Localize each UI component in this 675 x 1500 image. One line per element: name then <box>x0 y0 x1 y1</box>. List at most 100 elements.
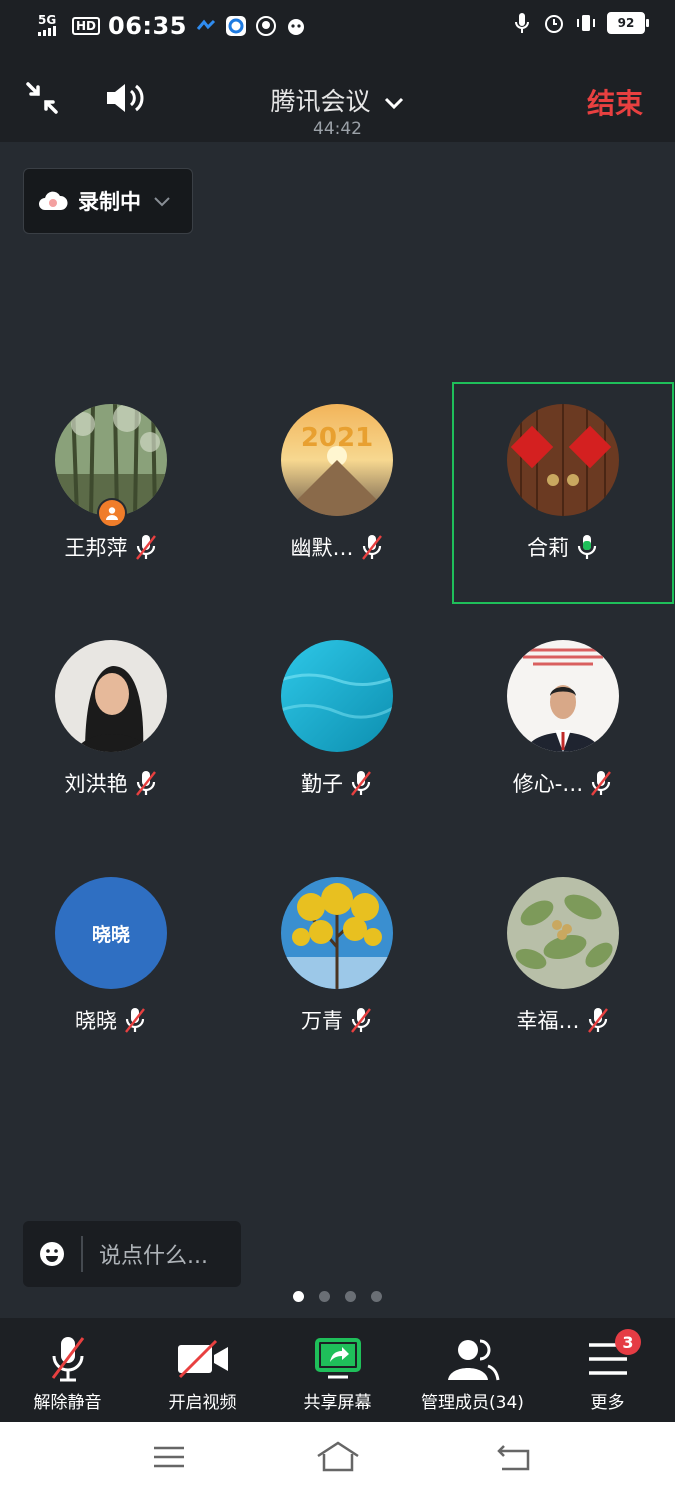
notification-badge: 3 <box>615 1329 641 1355</box>
mic-muted-icon <box>51 1337 84 1382</box>
participant-name-row: 幸福… <box>452 1005 674 1035</box>
page-dot[interactable] <box>319 1291 330 1302</box>
mic-muted-icon <box>361 535 382 560</box>
participant-tile[interactable]: 2021 幽默… <box>226 382 448 604</box>
participant-name-row: 万青 <box>226 1005 448 1035</box>
page-indicator[interactable] <box>0 1291 675 1302</box>
mic-muted-icon <box>351 771 371 796</box>
more-button[interactable]: 更多 3 <box>540 1318 675 1422</box>
chevron-down-icon <box>385 97 404 110</box>
status-time: 06:35 <box>108 12 187 40</box>
host-badge-icon <box>97 498 127 528</box>
meeting-timer: 44:42 <box>313 119 362 139</box>
unmute-button[interactable]: 解除静音 <box>0 1318 135 1422</box>
signal-bars-icon <box>38 25 56 36</box>
manage-members-button[interactable]: 管理成员(34) <box>405 1318 540 1422</box>
system-navigation-bar <box>0 1422 675 1500</box>
avatar <box>507 404 619 516</box>
mic-muted-icon <box>351 1008 371 1033</box>
video-off-icon <box>177 1339 228 1379</box>
share-screen-label: 共享屏幕 <box>303 1393 372 1413</box>
members-icon <box>447 1339 499 1381</box>
participant-name: 王邦萍 <box>64 536 128 560</box>
mic-muted-icon <box>125 1008 145 1033</box>
avatar <box>507 877 619 989</box>
avatar: 2021 <box>281 404 393 516</box>
home-icon[interactable] <box>315 1440 361 1478</box>
end-meeting-button[interactable]: 结束 <box>587 82 643 122</box>
participant-name: 万青 <box>301 1009 343 1033</box>
mic-muted-icon <box>587 1008 608 1033</box>
cloud-recording-icon <box>39 191 68 210</box>
signal-indicator: 5G <box>38 12 64 38</box>
avatar <box>507 640 619 752</box>
avatar <box>281 877 393 989</box>
share-screen-button[interactable]: 共享屏幕 <box>270 1318 405 1422</box>
participant-name: 合莉 <box>527 536 569 560</box>
recording-label: 录制中 <box>78 190 141 214</box>
meeting-header: 腾讯会议 44:42 结束 <box>0 52 675 142</box>
participant-tile[interactable]: 刘洪艳 <box>0 618 222 840</box>
alarm-icon <box>543 12 565 34</box>
participant-name-row: 修心-… <box>452 768 674 798</box>
cat-notification-icon <box>285 15 307 37</box>
microphone-status-icon <box>511 12 533 34</box>
participant-name-row: 合莉 <box>454 532 672 562</box>
mic-speaking-icon <box>577 535 597 559</box>
participant-name: 晓晓 <box>75 1009 117 1033</box>
participant-name-row: 晓晓 <box>0 1005 222 1035</box>
start-video-button[interactable]: 开启视频 <box>135 1318 270 1422</box>
unmute-label: 解除静音 <box>33 1393 102 1413</box>
participant-name-row: 幽默… <box>226 532 448 562</box>
hd-voice-icon: HD <box>72 17 101 35</box>
recent-apps-icon[interactable] <box>152 1440 186 1478</box>
recording-indicator[interactable]: 录制中 <box>23 168 193 234</box>
app-notification-icon <box>195 15 217 37</box>
mic-muted-icon <box>135 771 156 796</box>
status-bar: 5G HD 06:35 92 <box>0 0 675 52</box>
browser-notification-icon <box>225 15 247 37</box>
participant-tile[interactable]: 王邦萍 <box>0 382 222 604</box>
avatar <box>281 640 393 752</box>
emoji-icon[interactable] <box>39 1241 65 1267</box>
participant-name-row: 王邦萍 <box>0 532 222 562</box>
participant-name: 刘洪艳 <box>64 772 128 796</box>
participant-tile-active-speaker[interactable]: 合莉 <box>452 382 674 604</box>
avatar-text: 晓晓 <box>91 923 130 946</box>
mic-muted-icon <box>135 535 156 560</box>
participant-tile[interactable]: 幸福… <box>452 855 674 1077</box>
avatar <box>55 640 167 752</box>
manage-members-label: 管理成员(34) <box>421 1393 524 1413</box>
participant-tile[interactable]: 修心-… <box>452 618 674 840</box>
participant-name: 勤子 <box>301 772 343 796</box>
participant-name-row: 刘洪艳 <box>0 768 222 798</box>
participant-name: 修心-… <box>512 772 584 796</box>
signal-label: 5G <box>38 12 57 27</box>
meeting-toolbar: 解除静音 开启视频 共享屏幕 管理成员(34) 更多 3 <box>0 1318 675 1422</box>
more-label: 更多 <box>590 1393 625 1413</box>
meeting-title-text: 腾讯会议 <box>270 87 371 116</box>
back-icon[interactable] <box>496 1440 532 1478</box>
chat-divider <box>81 1236 83 1272</box>
svg-text:2021: 2021 <box>301 423 373 453</box>
battery-icon: 92 <box>607 12 649 34</box>
page-dot[interactable] <box>345 1291 356 1302</box>
page-dot-active[interactable] <box>293 1291 304 1302</box>
avatar-initials: 晓晓 <box>55 877 167 989</box>
page-dot[interactable] <box>371 1291 382 1302</box>
participant-tile[interactable]: 勤子 <box>226 618 448 840</box>
mic-muted-icon <box>591 771 612 796</box>
meeting-title[interactable]: 腾讯会议 <box>0 82 675 118</box>
participant-tile[interactable]: 晓晓 晓晓 <box>0 855 222 1077</box>
chat-input[interactable]: 说点什么... <box>23 1221 241 1287</box>
participant-name: 幸福… <box>516 1009 580 1033</box>
vibrate-icon <box>575 12 597 34</box>
share-screen-icon <box>314 1338 361 1379</box>
participant-name-row: 勤子 <box>226 768 448 798</box>
chevron-down-icon <box>154 197 170 207</box>
chat-placeholder: 说点什么... <box>99 1244 208 1269</box>
participant-tile[interactable]: 万青 <box>226 855 448 1077</box>
qq-notification-icon <box>255 15 277 37</box>
start-video-label: 开启视频 <box>168 1393 237 1413</box>
participant-name: 幽默… <box>290 536 354 560</box>
